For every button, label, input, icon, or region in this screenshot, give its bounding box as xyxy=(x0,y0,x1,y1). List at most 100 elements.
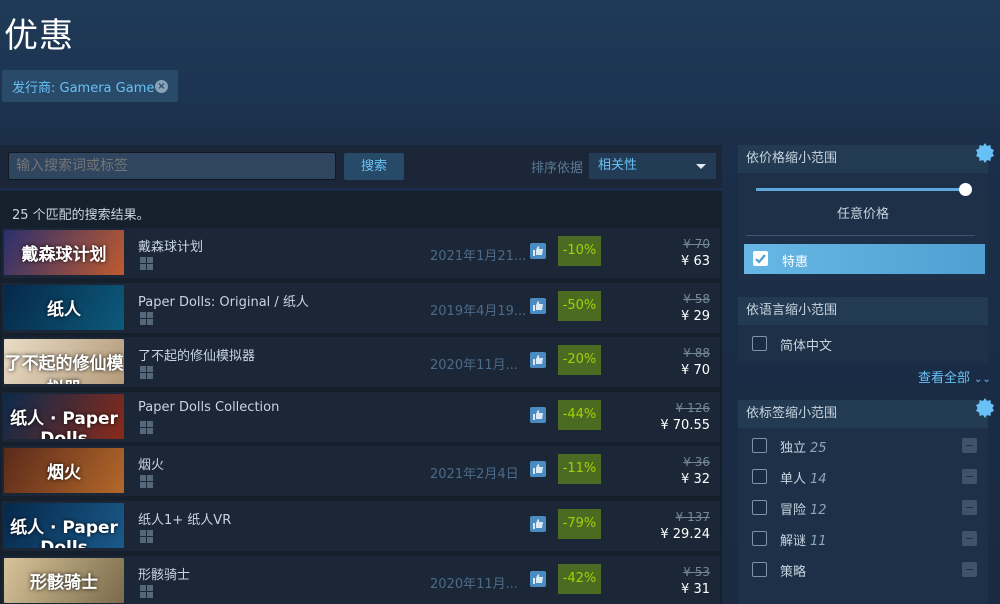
release-date: 2020年11月... xyxy=(430,576,519,592)
final-price: ¥ 29.24 xyxy=(660,527,710,542)
windows-icon xyxy=(140,257,154,271)
results-list: 25 个匹配的搜索结果。 戴森球计划 戴森球计划 2021年1月21... -10% ¥… xyxy=(0,191,722,604)
search-input[interactable] xyxy=(8,152,336,180)
discount-badge: -79% xyxy=(558,509,601,539)
thumbs-up-icon[interactable] xyxy=(530,516,546,532)
price-slider-handle[interactable] xyxy=(959,183,972,196)
discount-badge: -10% xyxy=(558,236,601,266)
thumbs-up-icon[interactable] xyxy=(530,352,546,369)
original-price: ¥ 53 xyxy=(683,564,710,579)
game-capsule-image[interactable]: 纸人 · Paper Dolls xyxy=(4,393,124,439)
price-slider-track[interactable] xyxy=(756,188,966,191)
tag-filter-header[interactable]: 依标签缩小范围 xyxy=(738,400,988,428)
double-chevron-down-icon: ⌄⌄ xyxy=(974,374,991,385)
result-row[interactable]: 了不起的修仙模拟器了不起的修仙模拟器 2020年11月... -20% ¥ 88 ¥ 7… xyxy=(2,337,720,388)
language-option-schinese[interactable]: 简体中文 xyxy=(752,333,977,355)
final-price: ¥ 32 xyxy=(681,472,710,488)
original-price: ¥ 137 xyxy=(675,510,710,524)
checkbox[interactable] xyxy=(752,336,767,351)
tag-option[interactable]: 独立 25 xyxy=(752,435,977,457)
search-results-panel: 搜索 排序依据 相关性 25 个匹配的搜索结果。 戴森球计划 戴森球计划 2021年… xyxy=(0,145,722,604)
discount-badge: -20% xyxy=(558,345,601,376)
tag-option[interactable]: 单人 14 xyxy=(752,466,977,488)
exclude-tag-button[interactable] xyxy=(962,500,977,515)
original-price: ¥ 36 xyxy=(683,455,710,470)
discount-badge: -11% xyxy=(558,454,601,485)
windows-icon xyxy=(140,366,154,380)
discount-badge: -50% xyxy=(558,290,601,321)
checkbox[interactable] xyxy=(752,531,767,546)
filter-chip-label: 发行商: Gamera Game xyxy=(12,80,155,96)
release-date: 2021年2月4日 xyxy=(430,467,519,483)
exclude-tag-button[interactable] xyxy=(962,531,977,546)
game-capsule-image[interactable]: 烟火 xyxy=(4,448,124,494)
tag-option[interactable]: 策略 xyxy=(752,559,977,581)
tag-name: 单人 xyxy=(780,472,807,487)
game-title: Paper Dolls: Original / 纸人 xyxy=(138,294,309,310)
game-capsule-image[interactable]: 纸人 · Paper Dolls xyxy=(4,503,124,548)
tag-name: 解谜 xyxy=(780,534,807,549)
final-price: ¥ 63 xyxy=(681,254,710,269)
final-price: ¥ 70 xyxy=(681,363,710,379)
checkbox[interactable] xyxy=(752,500,767,515)
original-price: ¥ 126 xyxy=(675,400,710,415)
tag-count: 14 xyxy=(810,472,827,487)
capsule-text: 了不起的修仙模拟器 xyxy=(4,354,124,384)
thumbs-up-icon[interactable] xyxy=(530,243,546,259)
game-capsule-image[interactable]: 纸人 xyxy=(4,284,124,330)
price-filter-header[interactable]: 依价格缩小范围 xyxy=(738,145,988,173)
divider xyxy=(746,235,975,236)
game-capsule-image[interactable]: 了不起的修仙模拟器 xyxy=(4,339,124,385)
capsule-text: 戴森球计划 xyxy=(21,245,107,265)
language-option-label: 简体中文 xyxy=(780,339,833,354)
game-title: Paper Dolls Collection xyxy=(138,399,280,415)
tag-filter-body: 独立 25 单人 14 冒险 12 解谜 11 策略 xyxy=(738,428,988,604)
checkbox[interactable] xyxy=(752,562,767,577)
exclude-tag-button[interactable] xyxy=(962,469,977,484)
thumbs-up-icon[interactable] xyxy=(530,297,546,314)
close-icon[interactable]: × xyxy=(155,80,168,93)
page-title: 优惠 xyxy=(4,16,74,56)
capsule-text: 形骸骑士 xyxy=(30,572,98,593)
sort-dropdown[interactable]: 相关性 xyxy=(589,153,716,179)
thumbs-up-icon[interactable] xyxy=(530,406,546,423)
original-price: ¥ 70 xyxy=(683,237,710,251)
tag-count: 25 xyxy=(810,441,827,456)
game-capsule-image[interactable]: 戴森球计划 xyxy=(4,230,124,275)
tag-label: 冒险 12 xyxy=(780,499,827,518)
see-all-label: 查看全部 xyxy=(918,371,971,386)
result-row[interactable]: 戴森球计划 戴森球计划 2021年1月21... -10% ¥ 70 ¥ 63 xyxy=(2,228,720,278)
tag-name: 独立 xyxy=(780,441,807,456)
checkbox-checked-icon xyxy=(753,251,768,266)
special-offers-label: 特惠 xyxy=(782,255,809,270)
tag-option[interactable]: 冒险 12 xyxy=(752,497,977,519)
special-offers-checkbox[interactable]: 特惠 xyxy=(744,244,985,274)
original-price: ¥ 88 xyxy=(683,346,710,361)
tag-name: 策略 xyxy=(780,565,807,580)
checkbox[interactable] xyxy=(752,438,767,453)
tag-label: 策略 xyxy=(780,561,810,580)
result-row[interactable]: 纸人 Paper Dolls: Original / 纸人 2019年4月19...… xyxy=(2,282,720,333)
thumbs-up-icon[interactable] xyxy=(530,570,546,587)
final-price: ¥ 31 xyxy=(681,581,710,597)
exclude-tag-button[interactable] xyxy=(962,562,977,577)
search-button[interactable]: 搜索 xyxy=(344,153,404,180)
checkbox[interactable] xyxy=(752,469,767,484)
result-row[interactable]: 形骸骑士 形骸骑士 2020年11月... -42% ¥ 53 ¥ 31 xyxy=(2,555,720,604)
tag-count: 12 xyxy=(810,503,827,518)
discount-badge: -44% xyxy=(558,399,601,430)
language-filter-header[interactable]: 依语言缩小范围 xyxy=(738,297,988,325)
result-row[interactable]: 烟火 烟火 2021年2月4日 -11% ¥ 36 ¥ 32 xyxy=(2,446,720,497)
see-all-languages-link[interactable]: 查看全部 ⌄⌄ xyxy=(918,367,991,386)
capsule-text: 纸人 · Paper Dolls xyxy=(10,408,118,439)
publisher-filter-chip[interactable]: 发行商: Gamera Game × xyxy=(2,70,178,102)
result-row[interactable]: 纸人 · Paper Dolls 纸人1+ 纸人VR -79% ¥ 137 ¥ 29.2… xyxy=(2,501,720,551)
gear-icon xyxy=(976,398,994,418)
tag-option[interactable]: 解谜 11 xyxy=(752,528,977,550)
thumbs-up-icon[interactable] xyxy=(530,461,546,478)
game-capsule-image[interactable]: 形骸骑士 xyxy=(4,557,124,603)
capsule-text: 纸人 xyxy=(47,299,81,320)
result-row[interactable]: 纸人 · Paper Dolls Paper Dolls Collection -4… xyxy=(2,391,720,442)
gear-icon xyxy=(976,143,994,163)
exclude-tag-button[interactable] xyxy=(962,438,977,453)
